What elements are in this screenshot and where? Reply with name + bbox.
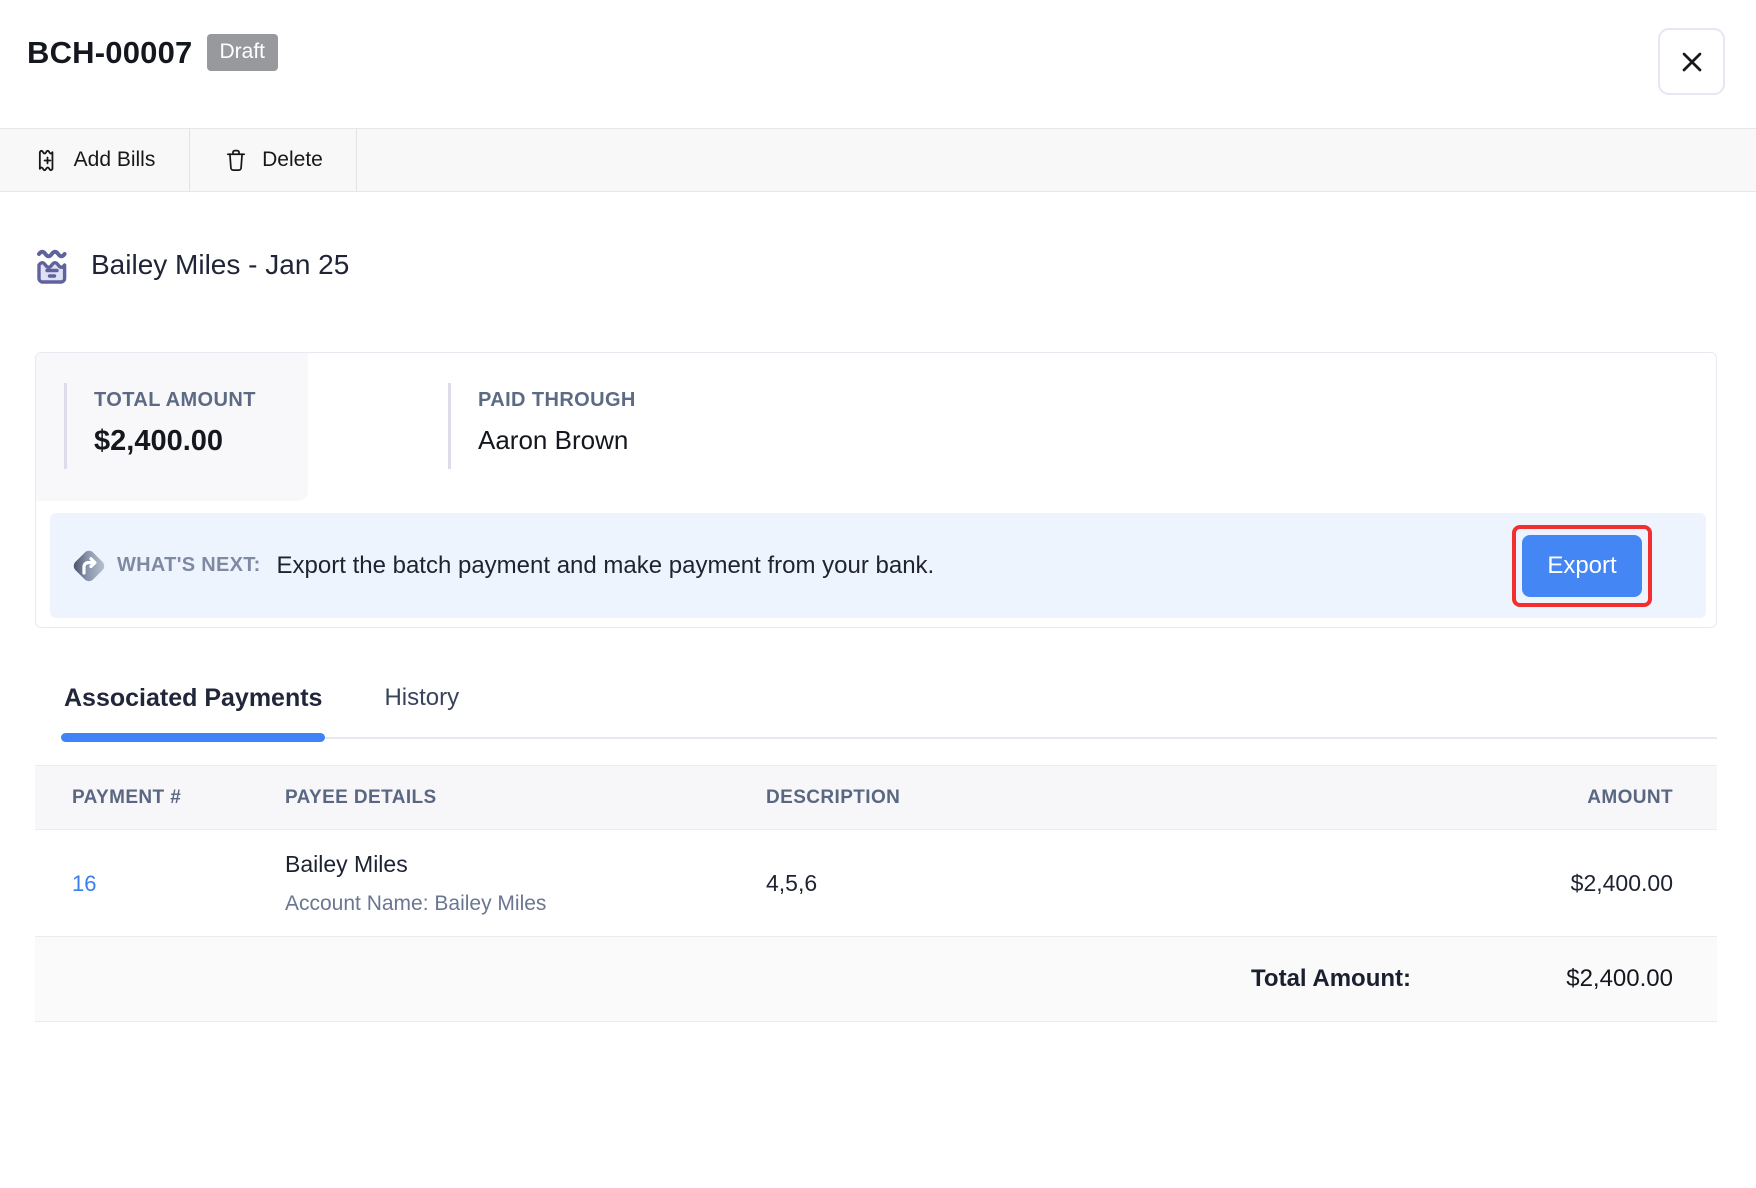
tab-history[interactable]: History xyxy=(384,684,459,737)
tab-associated-payments[interactable]: Associated Payments xyxy=(64,684,322,737)
paid-through-label: PAID THROUGH xyxy=(478,389,636,412)
total-amount-label: TOTAL AMOUNT xyxy=(94,389,256,412)
status-badge: Draft xyxy=(207,34,279,71)
whats-next-banner: WHAT'S NEXT: Export the batch payment an… xyxy=(50,513,1706,618)
whats-next-label: WHAT'S NEXT: xyxy=(117,554,261,577)
export-button[interactable]: Export xyxy=(1522,535,1642,597)
payment-amount: $2,400.00 xyxy=(1367,870,1717,897)
total-row-label: Total Amount: xyxy=(1251,965,1411,993)
payee-account-name: Account Name: Bailey Miles xyxy=(285,892,766,916)
batch-title: Bailey Miles - Jan 25 xyxy=(91,249,349,281)
associated-payments-table: PAYMENT # PAYEE DETAILS DESCRIPTION AMOU… xyxy=(35,765,1717,1022)
close-button[interactable] xyxy=(1658,28,1725,95)
whats-next-message: Export the batch payment and make paymen… xyxy=(277,552,935,580)
table-row[interactable]: 16 Bailey Miles Account Name: Bailey Mil… xyxy=(35,830,1717,937)
summary-card: TOTAL AMOUNT $2,400.00 PAID THROUGH Aaro… xyxy=(35,352,1717,628)
add-bill-icon xyxy=(34,147,61,174)
payment-number-link[interactable]: 16 xyxy=(72,871,96,896)
total-row-amount: $2,400.00 xyxy=(1411,965,1717,993)
batch-payment-detail-panel: BCH-00007 Draft Add Bills xyxy=(0,0,1756,1188)
toolbar: Add Bills Delete xyxy=(0,128,1756,192)
trash-icon xyxy=(223,147,249,173)
paid-through-value: Aaron Brown xyxy=(478,425,636,456)
tab-bar: Associated Payments History xyxy=(64,684,1717,739)
total-amount-value: $2,400.00 xyxy=(94,425,256,458)
column-header-description: DESCRIPTION xyxy=(766,787,1367,809)
column-header-payee-details: PAYEE DETAILS xyxy=(285,787,766,809)
whats-next-icon xyxy=(69,546,109,586)
table-total-row: Total Amount: $2,400.00 xyxy=(35,937,1717,1022)
delete-label: Delete xyxy=(262,148,323,172)
batch-title-row: Bailey Miles - Jan 25 xyxy=(30,243,349,287)
table-header-row: PAYMENT # PAYEE DETAILS DESCRIPTION AMOU… xyxy=(35,765,1717,830)
export-highlight-box: Export xyxy=(1512,525,1652,607)
header: BCH-00007 Draft xyxy=(27,34,278,71)
add-bills-label: Add Bills xyxy=(74,148,156,172)
payee-name: Bailey Miles xyxy=(285,851,766,878)
payment-description: 4,5,6 xyxy=(766,870,1367,897)
page-title: BCH-00007 xyxy=(27,35,193,71)
close-icon xyxy=(1676,46,1708,78)
add-bills-button[interactable]: Add Bills xyxy=(0,129,190,191)
total-amount-stat: TOTAL AMOUNT $2,400.00 xyxy=(64,383,256,469)
delete-button[interactable]: Delete xyxy=(190,129,357,191)
receipt-icon xyxy=(30,243,74,287)
column-header-payment-number: PAYMENT # xyxy=(35,787,285,809)
paid-through-stat: PAID THROUGH Aaron Brown xyxy=(448,383,636,469)
column-header-amount: AMOUNT xyxy=(1367,787,1717,809)
